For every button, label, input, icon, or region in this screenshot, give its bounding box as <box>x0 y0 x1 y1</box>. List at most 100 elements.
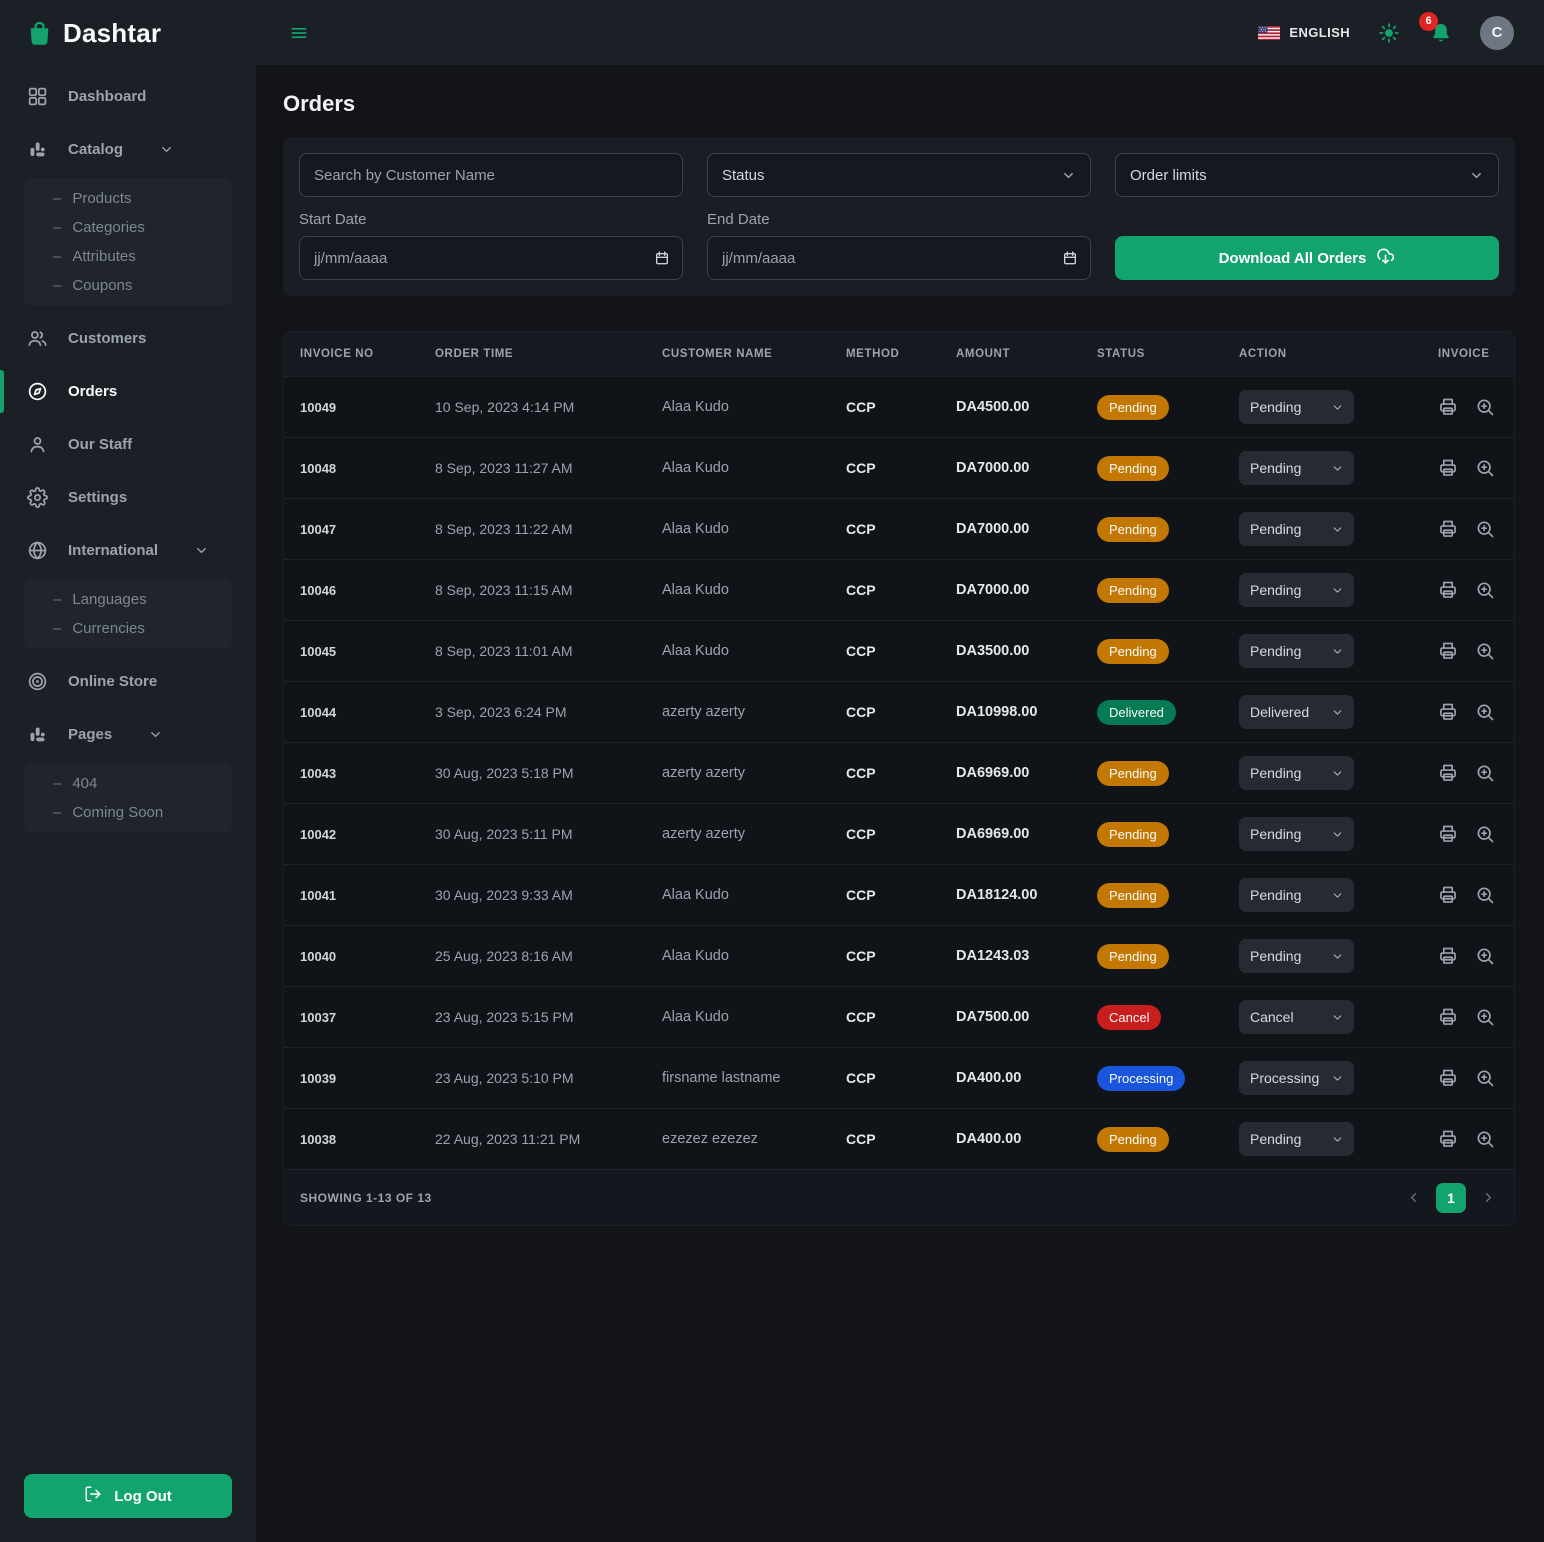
cell-order-time: 8 Sep, 2023 11:22 AM <box>435 521 662 537</box>
zoom-in-icon[interactable] <box>1475 397 1495 417</box>
order-action-select[interactable]: Delivered <box>1239 695 1354 729</box>
sidebar-item-online-store[interactable]: Online Store <box>0 655 256 708</box>
chevron-down-icon <box>1331 1072 1344 1085</box>
sidebar-item-orders[interactable]: Orders <box>0 365 256 418</box>
previous-page-button[interactable] <box>1404 1188 1423 1207</box>
logout-button[interactable]: Log Out <box>24 1474 232 1518</box>
next-page-button[interactable] <box>1479 1188 1498 1207</box>
print-icon[interactable] <box>1438 458 1458 478</box>
sidebar-item-catalog[interactable]: Catalog <box>0 123 256 176</box>
hamburger-icon[interactable] <box>285 19 313 47</box>
sidebar-item-customers[interactable]: Customers <box>0 312 256 365</box>
order-action-select[interactable]: Pending <box>1239 451 1354 485</box>
cell-amount: DA10998.00 <box>956 704 1097 720</box>
print-icon[interactable] <box>1438 885 1458 905</box>
language-switcher[interactable]: ENGLISH <box>1258 25 1350 40</box>
print-icon[interactable] <box>1438 946 1458 966</box>
print-icon[interactable] <box>1438 763 1458 783</box>
print-icon[interactable] <box>1438 1068 1458 1088</box>
cell-amount: DA400.00 <box>956 1070 1097 1086</box>
order-action-select[interactable]: Processing <box>1239 1061 1354 1095</box>
sidebar-item-international[interactable]: International <box>0 524 256 577</box>
cell-amount: DA7000.00 <box>956 521 1097 537</box>
sidebar-subitem-coming-soon[interactable]: –Coming Soon <box>53 798 232 827</box>
cell-status: Processing <box>1097 1066 1239 1091</box>
sidebar-nav: DashboardCatalog –Products–Categories–Att… <box>0 70 256 833</box>
avatar[interactable]: C <box>1480 16 1514 50</box>
zoom-in-icon[interactable] <box>1475 946 1495 966</box>
order-limits-select[interactable]: Order limits <box>1115 153 1499 197</box>
zoom-in-icon[interactable] <box>1475 1068 1495 1088</box>
print-icon[interactable] <box>1438 641 1458 661</box>
zoom-in-icon[interactable] <box>1475 580 1495 600</box>
cell-action: Pending <box>1239 512 1438 546</box>
start-date-input[interactable] <box>299 236 683 280</box>
cell-invoice-no: 10043 <box>300 766 435 781</box>
zoom-in-icon[interactable] <box>1475 519 1495 539</box>
chevron-left-icon <box>1406 1190 1421 1205</box>
chevron-down-icon <box>148 727 163 742</box>
order-action-select[interactable]: Pending <box>1239 573 1354 607</box>
showing-label: SHOWING 1-13 OF 13 <box>300 1191 432 1205</box>
zoom-in-icon[interactable] <box>1475 763 1495 783</box>
print-icon[interactable] <box>1438 702 1458 722</box>
zoom-in-icon[interactable] <box>1475 641 1495 661</box>
sidebar-item-our-staff[interactable]: Our Staff <box>0 418 256 471</box>
chevron-down-icon <box>1331 889 1344 902</box>
download-all-orders-button[interactable]: Download All Orders <box>1115 236 1499 280</box>
cell-invoice-actions <box>1438 458 1505 478</box>
sidebar-subitem-currencies[interactable]: –Currencies <box>53 614 232 643</box>
table-row: 100443 Sep, 2023 6:24 PMazerty azertyCCP… <box>284 681 1514 742</box>
us-flag-icon <box>1258 26 1280 40</box>
order-action-select[interactable]: Pending <box>1239 756 1354 790</box>
submenu-item-label: 404 <box>72 775 97 792</box>
theme-toggle-button[interactable] <box>1376 20 1402 46</box>
order-action-value: Pending <box>1250 399 1301 415</box>
status-badge: Pending <box>1097 578 1169 603</box>
order-action-select[interactable]: Pending <box>1239 634 1354 668</box>
print-icon[interactable] <box>1438 1007 1458 1027</box>
cell-invoice-no: 10045 <box>300 644 435 659</box>
cell-order-time: 8 Sep, 2023 11:27 AM <box>435 460 662 476</box>
sidebar-item-dashboard[interactable]: Dashboard <box>0 70 256 123</box>
search-input[interactable] <box>299 153 683 197</box>
sidebar-item-pages[interactable]: Pages <box>0 708 256 761</box>
status-badge: Processing <box>1097 1066 1185 1091</box>
sidebar-subitem-coupons[interactable]: –Coupons <box>53 271 232 300</box>
page-1-button[interactable]: 1 <box>1436 1183 1466 1213</box>
end-date-input[interactable] <box>707 236 1091 280</box>
zoom-in-icon[interactable] <box>1475 1007 1495 1027</box>
order-action-select[interactable]: Cancel <box>1239 1000 1354 1034</box>
zoom-in-icon[interactable] <box>1475 885 1495 905</box>
order-action-select[interactable]: Pending <box>1239 1122 1354 1156</box>
cell-order-time: 23 Aug, 2023 5:15 PM <box>435 1009 662 1025</box>
sidebar-item-settings[interactable]: Settings <box>0 471 256 524</box>
print-icon[interactable] <box>1438 580 1458 600</box>
order-action-select[interactable]: Pending <box>1239 390 1354 424</box>
target-icon <box>27 671 48 692</box>
sidebar-subitem-products[interactable]: –Products <box>53 184 232 213</box>
cell-amount: DA7000.00 <box>956 460 1097 476</box>
zoom-in-icon[interactable] <box>1475 824 1495 844</box>
zoom-in-icon[interactable] <box>1475 702 1495 722</box>
order-action-select[interactable]: Pending <box>1239 878 1354 912</box>
print-icon[interactable] <box>1438 519 1458 539</box>
print-icon[interactable] <box>1438 824 1458 844</box>
sidebar-subitem-attributes[interactable]: –Attributes <box>53 242 232 271</box>
order-action-select[interactable]: Pending <box>1239 817 1354 851</box>
status-filter-select[interactable]: Status <box>707 153 1091 197</box>
print-icon[interactable] <box>1438 397 1458 417</box>
order-limits-value: Order limits <box>1130 167 1207 184</box>
cell-invoice-actions <box>1438 763 1505 783</box>
order-action-select[interactable]: Pending <box>1239 939 1354 973</box>
print-icon[interactable] <box>1438 1129 1458 1149</box>
order-action-select[interactable]: Pending <box>1239 512 1354 546</box>
zoom-in-icon[interactable] <box>1475 458 1495 478</box>
sidebar-subitem-categories[interactable]: –Categories <box>53 213 232 242</box>
notifications-button[interactable]: 6 <box>1428 20 1454 46</box>
dash-icon: – <box>53 219 61 236</box>
sidebar-subitem-languages[interactable]: –Languages <box>53 585 232 614</box>
zoom-in-icon[interactable] <box>1475 1129 1495 1149</box>
sidebar-subitem-404[interactable]: –404 <box>53 769 232 798</box>
submenu-international: –Languages–Currencies <box>24 579 232 649</box>
